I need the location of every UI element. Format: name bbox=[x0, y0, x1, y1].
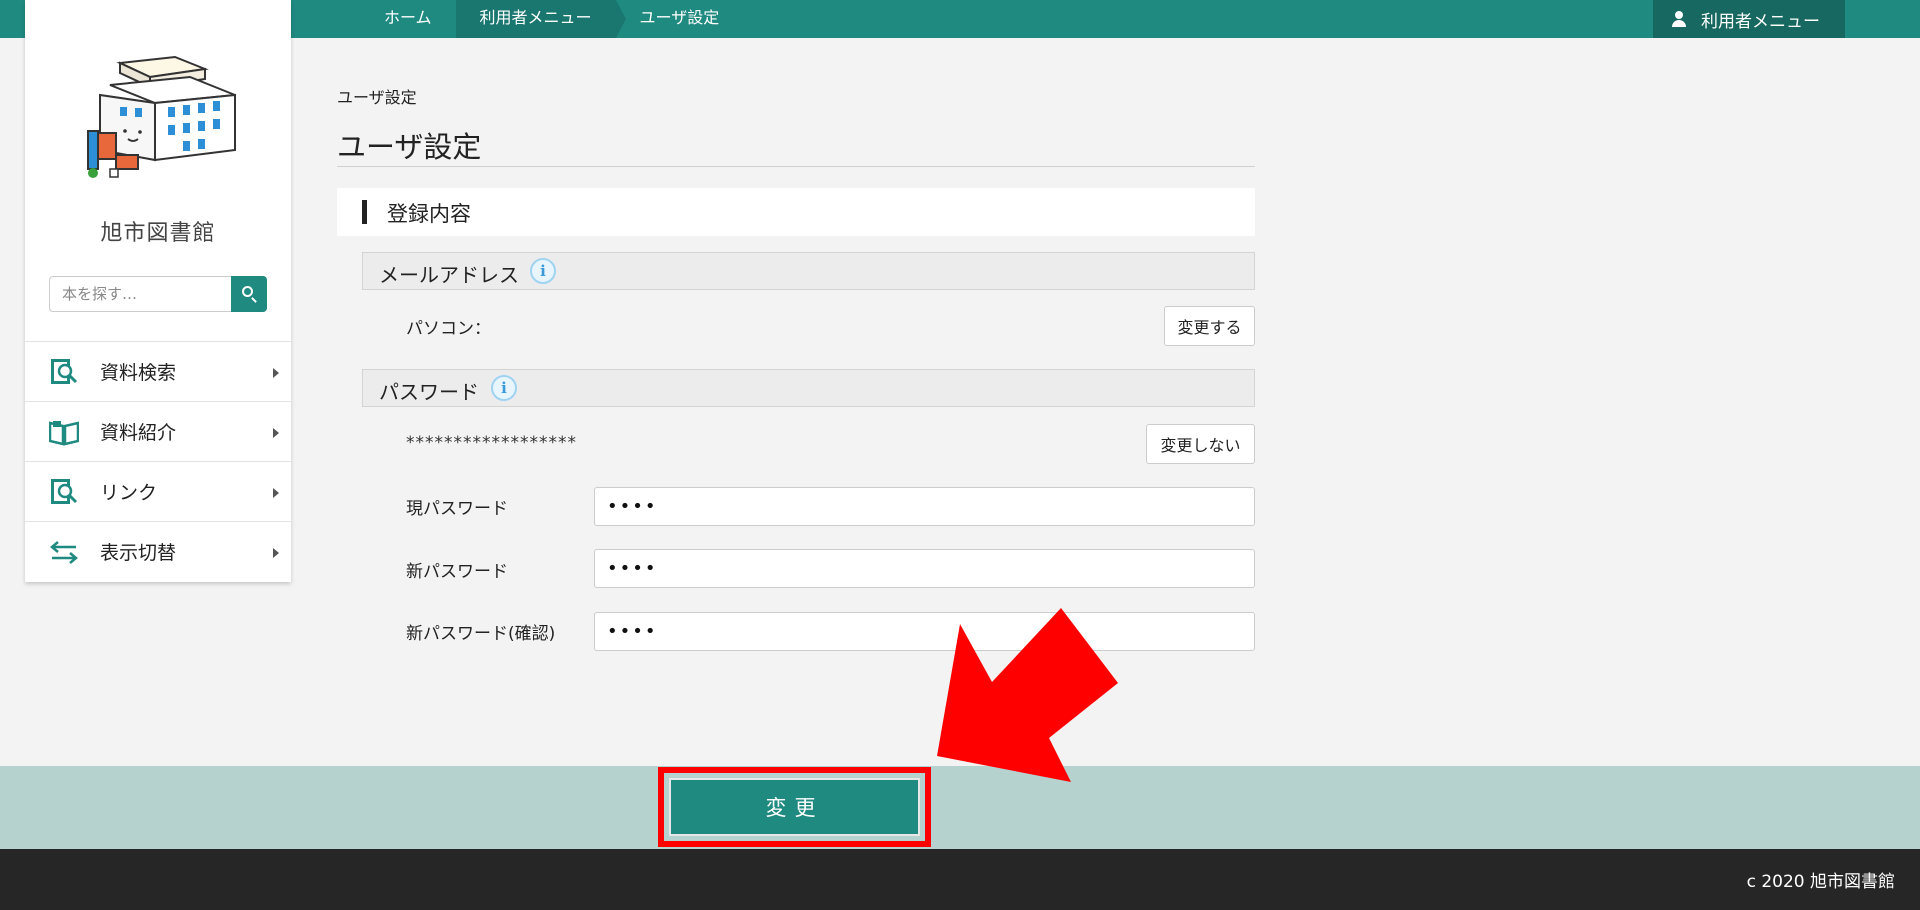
sidebar-item-links[interactable]: リンク bbox=[25, 461, 291, 521]
email-subheader: メールアドレス i bbox=[362, 252, 1255, 290]
breadcrumb-current: ユーザ設定 bbox=[639, 8, 720, 27]
info-icon[interactable]: i bbox=[530, 258, 556, 284]
page-title: ユーザ設定 bbox=[337, 130, 482, 164]
footer: c 2020 旭市図書館 bbox=[0, 849, 1920, 910]
title-divider bbox=[337, 166, 1255, 167]
section-title: 登録内容 bbox=[387, 202, 471, 226]
annotation-arrow-icon bbox=[937, 608, 1118, 782]
copyright-text: c 2020 旭市図書館 bbox=[1746, 872, 1895, 892]
sidebar-item-label: 表示切替 bbox=[100, 542, 177, 564]
user-menu-button[interactable]: 利用者メニュー bbox=[1653, 0, 1845, 38]
sidebar-nav: 資料検索 資料紹介 リンク 表示切替 bbox=[25, 341, 291, 581]
document-search-icon bbox=[51, 359, 78, 384]
search-button[interactable] bbox=[231, 276, 267, 312]
breadcrumb-home[interactable]: ホーム bbox=[360, 0, 456, 38]
sidebar-item-material-search[interactable]: 資料検索 bbox=[25, 341, 291, 401]
password-heading: パスワード bbox=[379, 380, 479, 404]
sidebar-item-display-toggle[interactable]: 表示切替 bbox=[25, 521, 291, 581]
confirm-password-label: 新パスワード(確認) bbox=[406, 624, 556, 644]
password-subheader: パスワード i bbox=[362, 369, 1255, 407]
breadcrumb: ホーム 利用者メニュー ユーザ設定 bbox=[360, 0, 743, 38]
new-password-field[interactable] bbox=[594, 549, 1255, 588]
library-name: 旭市図書館 bbox=[100, 221, 216, 246]
masked-password: ****************** bbox=[406, 433, 577, 453]
pc-email-label: パソコン： bbox=[406, 319, 491, 339]
change-email-button[interactable]: 変更する bbox=[1164, 306, 1255, 346]
chevron-right-icon bbox=[273, 488, 279, 498]
chevron-right-icon bbox=[273, 548, 279, 558]
email-heading: メールアドレス bbox=[379, 263, 519, 287]
user-icon bbox=[1671, 11, 1687, 27]
breadcrumb-user-menu[interactable]: 利用者メニュー bbox=[455, 0, 626, 38]
page-subtitle: ユーザ設定 bbox=[337, 88, 417, 107]
search-box bbox=[49, 276, 267, 312]
current-password-field[interactable] bbox=[594, 487, 1255, 526]
confirm-password-field[interactable] bbox=[594, 612, 1255, 651]
sidebar-item-label: 資料検索 bbox=[100, 362, 177, 384]
info-icon[interactable]: i bbox=[491, 375, 517, 401]
search-icon bbox=[242, 286, 253, 297]
section-header: 登録内容 bbox=[337, 188, 1255, 236]
chevron-right-icon bbox=[273, 368, 279, 378]
no-change-password-button[interactable]: 変更しない bbox=[1146, 424, 1255, 464]
sidebar-item-label: リンク bbox=[100, 482, 158, 504]
open-book-icon bbox=[49, 421, 79, 446]
swap-arrows-icon bbox=[50, 541, 78, 564]
search-input[interactable] bbox=[49, 276, 231, 312]
submit-change-button[interactable]: 変更 bbox=[669, 778, 920, 836]
sidebar-item-material-intro[interactable]: 資料紹介 bbox=[25, 401, 291, 461]
sidebar: 旭市図書館 資料検索 資料紹介 bbox=[25, 0, 291, 582]
chevron-right-icon bbox=[273, 428, 279, 438]
user-menu-label: 利用者メニュー bbox=[1701, 11, 1820, 32]
document-search-icon bbox=[51, 479, 78, 504]
section-bar bbox=[362, 200, 367, 224]
current-password-label: 現パスワード bbox=[406, 499, 508, 519]
new-password-label: 新パスワード bbox=[406, 562, 508, 582]
sidebar-item-label: 資料紹介 bbox=[100, 422, 177, 444]
library-building-logo[interactable] bbox=[80, 55, 265, 195]
